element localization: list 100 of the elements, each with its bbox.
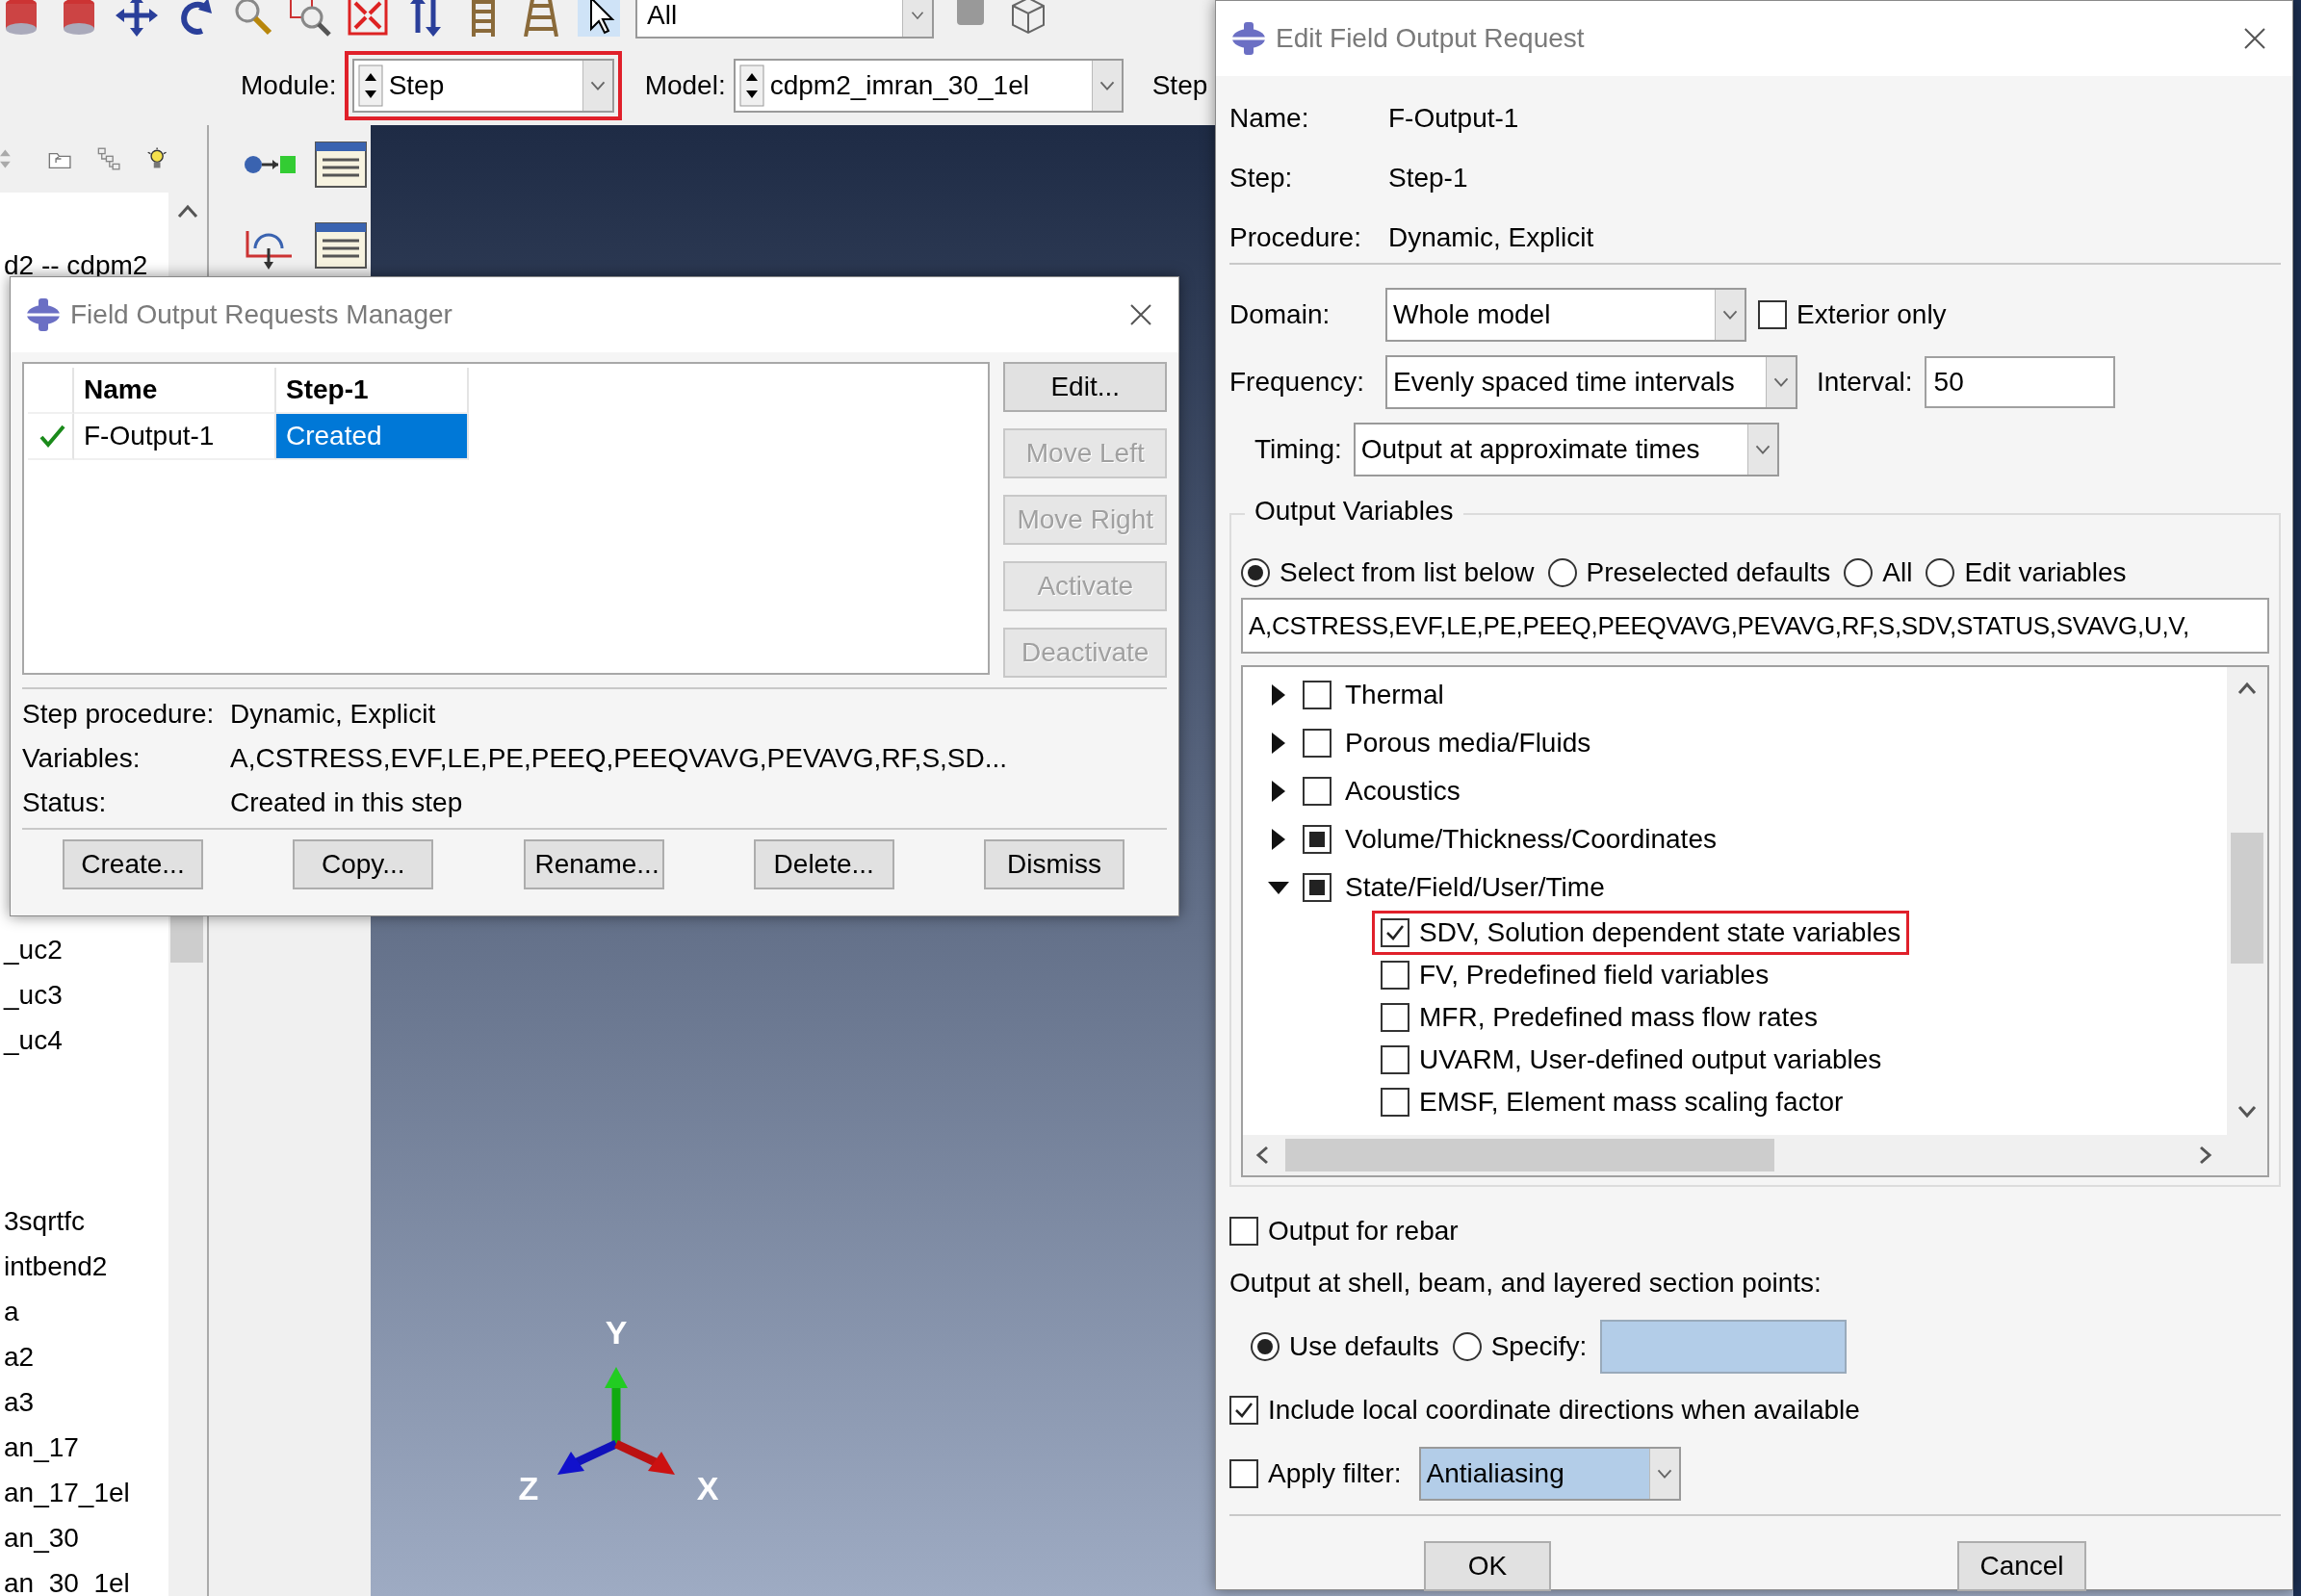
field-label: Step procedure:	[22, 699, 216, 730]
frequency-dropdown[interactable]: Evenly spaced time intervals	[1385, 355, 1797, 409]
input-field[interactable]: 50	[1924, 356, 2115, 408]
module-dropdown[interactable]: Step	[351, 59, 614, 113]
checkbox-label[interactable]: EMSF, Element mass scaling factor	[1419, 1087, 1844, 1118]
button[interactable]: Copy...	[293, 839, 434, 889]
tree-item[interactable]: Porous media/Fluids	[1345, 728, 1591, 759]
button[interactable]: Rename...	[523, 839, 664, 889]
radio-label[interactable]: Select from list below	[1280, 557, 1535, 588]
column-header[interactable]: Name	[74, 368, 276, 414]
tree-item[interactable]: a	[4, 1289, 19, 1334]
checkbox[interactable]	[1303, 825, 1331, 854]
scrollbar[interactable]	[1243, 1135, 2227, 1175]
tree-item[interactable]: Acoustics	[1345, 776, 1461, 807]
button[interactable]: Delete...	[753, 839, 894, 889]
checkbox[interactable]	[1381, 961, 1409, 990]
chevron-up-icon[interactable]	[2236, 681, 2258, 696]
cross-arrows-icon[interactable]	[116, 0, 158, 37]
selection-filter-dropdown[interactable]: All	[635, 0, 934, 39]
domain-dropdown[interactable]: Whole model	[1385, 288, 1746, 342]
checkbox[interactable]	[1229, 1459, 1258, 1488]
tree-item[interactable]: a3	[4, 1379, 35, 1425]
button[interactable]: Edit...	[1003, 362, 1167, 412]
field-label: Model:	[644, 70, 726, 101]
checkbox[interactable]	[1381, 1088, 1409, 1117]
tree-item[interactable]: a2	[4, 1334, 35, 1379]
checkbox-label[interactable]: Apply filter:	[1268, 1458, 1402, 1489]
scrollbar-thumb[interactable]	[1285, 1139, 1774, 1171]
checkbox[interactable]	[1229, 1217, 1258, 1246]
axis-label: Z	[518, 1470, 539, 1506]
tree-item[interactable]: an_17_1el	[4, 1470, 130, 1515]
radio-label[interactable]: Use defaults	[1289, 1331, 1439, 1362]
chevron-down-icon[interactable]	[582, 61, 612, 111]
field-label: Module:	[241, 70, 337, 101]
tree-item[interactable]: an_30	[4, 1515, 79, 1560]
checkbox[interactable]	[1229, 1396, 1258, 1425]
tree-item[interactable]: _uc2	[4, 927, 63, 972]
table-cell[interactable]: Created	[276, 414, 469, 460]
radio-label[interactable]: All	[1882, 557, 1913, 588]
scrollbar[interactable]	[2227, 667, 2267, 1135]
checkbox-label[interactable]: MFR, Predefined mass flow rates	[1419, 1002, 1818, 1033]
checkbox[interactable]	[1381, 1045, 1409, 1074]
checkbox[interactable]	[1381, 1003, 1409, 1032]
model-dropdown[interactable]: cdpm2_imran_30_1el	[733, 59, 1124, 113]
expand-arrows-icon[interactable]	[347, 0, 389, 37]
tree-item[interactable]: _uc4	[4, 1017, 63, 1063]
magnifier-box-icon[interactable]	[289, 0, 331, 37]
chevron-up-icon[interactable]	[176, 202, 199, 219]
checkbox[interactable]	[1758, 300, 1787, 329]
tree-item[interactable]: Volume/Thickness/Coordinates	[1345, 824, 1717, 855]
field-value: F-Output-1	[1388, 103, 1520, 134]
button[interactable]: Dismiss	[984, 839, 1125, 889]
radio-label[interactable]: Specify:	[1490, 1331, 1588, 1362]
tree-item[interactable]: intbend2	[4, 1244, 108, 1289]
scrollbar-thumb[interactable]	[2231, 833, 2263, 964]
checkbox-label[interactable]: FV, Predefined field variables	[1419, 960, 1770, 991]
spinner-icon[interactable]	[738, 64, 764, 107]
tree-item[interactable]: State/Field/User/Time	[1345, 872, 1605, 903]
button[interactable]: Create...	[63, 839, 203, 889]
chevron-right-icon[interactable]	[2198, 1145, 2213, 1166]
tree-item[interactable]: Thermal	[1345, 680, 1444, 710]
checkbox-label[interactable]: SDV, Solution dependent state variables	[1419, 917, 1901, 948]
chevron-left-icon[interactable]	[1254, 1145, 1270, 1166]
button[interactable]: OK	[1424, 1541, 1551, 1591]
radio-button[interactable]	[1844, 558, 1874, 587]
checkbox[interactable]	[1303, 681, 1331, 709]
chevron-down-icon[interactable]	[2236, 1104, 2258, 1120]
chevron-down-icon[interactable]	[1091, 61, 1122, 111]
radio-button[interactable]	[1926, 558, 1955, 587]
checkbox-label[interactable]: UVARM, User-defined output variables	[1419, 1044, 1882, 1075]
button[interactable]: Cancel	[1957, 1541, 2086, 1591]
filter-dropdown[interactable]: Antialiasing	[1418, 1447, 1681, 1501]
checkbox-label[interactable]: Exterior only	[1797, 299, 1947, 330]
checkbox-label[interactable]: Include local coordinate directions when available	[1268, 1395, 1860, 1426]
radio-button[interactable]	[1251, 1332, 1280, 1361]
radio-label[interactable]: Preselected defaults	[1586, 557, 1831, 588]
close-icon[interactable]	[1128, 302, 1153, 327]
tree-item[interactable]: 3sqrtfc	[4, 1198, 86, 1244]
input-field[interactable]	[1600, 1320, 1848, 1374]
radio-button[interactable]	[1452, 1332, 1482, 1361]
tree-item[interactable]: an_17	[4, 1425, 79, 1470]
radio-button[interactable]	[1547, 558, 1577, 587]
spinner-icon[interactable]	[357, 64, 383, 107]
radio-button[interactable]	[1241, 558, 1270, 587]
tree-item[interactable]: _uc3	[4, 972, 63, 1017]
chevron-down-icon[interactable]	[1746, 425, 1777, 475]
field-value: Dynamic, Explicit	[1388, 222, 1595, 253]
tree-item[interactable]: an_30_1el	[4, 1560, 130, 1596]
timing-dropdown[interactable]: Output at approximate times	[1353, 423, 1779, 476]
pointer-icon[interactable]	[578, 0, 620, 37]
checkbox-label[interactable]: Output for rebar	[1268, 1216, 1459, 1247]
app-icon	[26, 297, 61, 332]
close-icon[interactable]	[2242, 26, 2267, 51]
input-field[interactable]: A,CSTRESS,EVF,LE,PE,PEEQ,PEEQVAVG,PEVAVG,RF,S,SDV,STATUS,SVAVG,U,V,	[1241, 598, 2269, 654]
checkbox[interactable]	[1303, 873, 1331, 902]
radio-label[interactable]: Edit variables	[1964, 557, 2127, 588]
checkbox[interactable]	[1303, 729, 1331, 758]
checkbox[interactable]	[1381, 918, 1409, 947]
checkbox[interactable]	[1303, 777, 1331, 806]
field-label: Step:	[1229, 163, 1294, 193]
